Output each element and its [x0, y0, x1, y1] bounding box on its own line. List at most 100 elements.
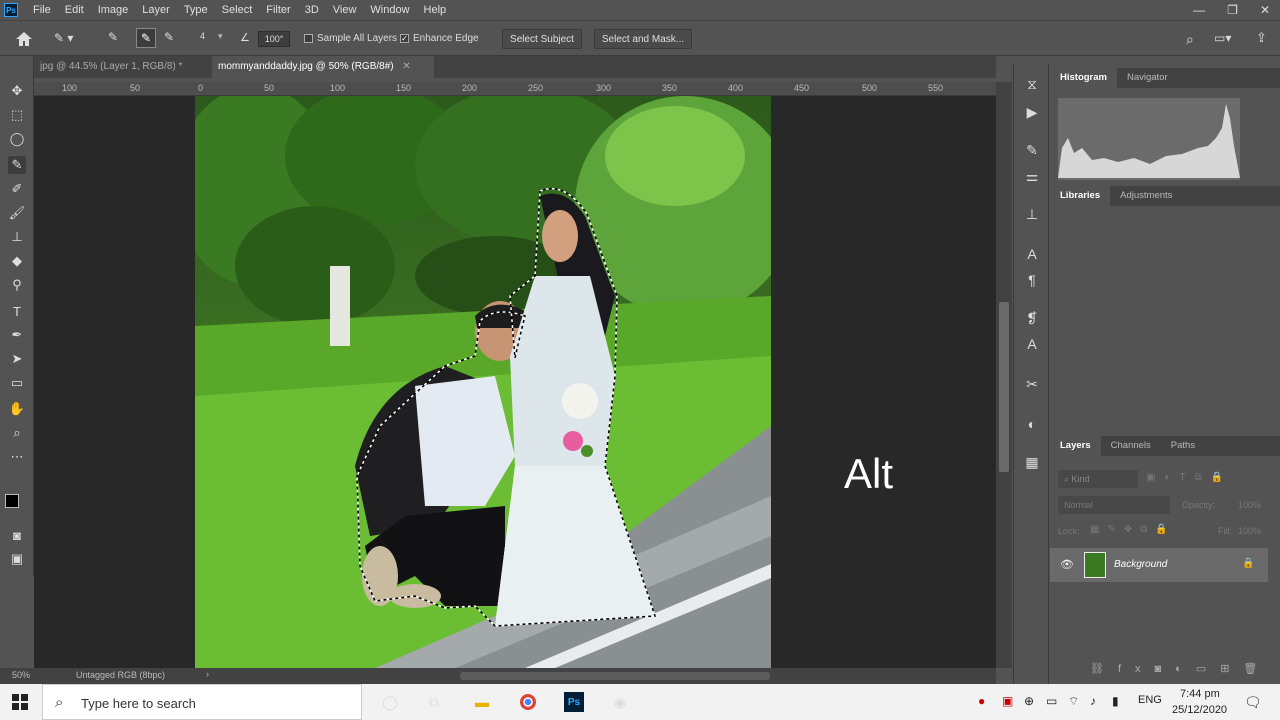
obs-icon[interactable]: ◉	[610, 692, 630, 712]
lasso-tool-icon[interactable]: ◯	[8, 130, 26, 148]
photoshop-taskbar-icon[interactable]: Ps	[564, 692, 584, 712]
kind-filter-select[interactable]: ⌕ Kind	[1058, 470, 1138, 488]
visibility-eye-icon[interactable]: 👁	[1060, 558, 1074, 571]
zoom-tool-icon[interactable]: ⌕	[8, 424, 26, 442]
select-subject-button[interactable]: Select Subject	[502, 29, 582, 49]
menu-layer[interactable]: Layer	[135, 0, 177, 20]
new-selection-brush-icon[interactable]: ✎	[108, 30, 126, 48]
tray-app-icon[interactable]: ●	[978, 694, 985, 708]
rectangle-tool-icon[interactable]: ▭	[8, 374, 26, 392]
menu-image[interactable]: Image	[91, 0, 136, 20]
actions-play-icon[interactable]: ▶	[1022, 102, 1042, 122]
network-tray-icon[interactable]: ⊕	[1024, 694, 1034, 708]
cortana-icon[interactable]: ◯	[380, 692, 400, 712]
close-button[interactable]: ✕	[1260, 0, 1270, 20]
tab-close-icon[interactable]: ✕	[402, 61, 410, 72]
select-and-mask-button[interactable]: Select and Mask...	[594, 29, 692, 49]
menu-3d[interactable]: 3D	[298, 0, 326, 20]
file-explorer-icon[interactable]: ▬	[472, 692, 492, 712]
zoom-level[interactable]: 50%	[12, 670, 30, 680]
menu-select[interactable]: Select	[215, 0, 260, 20]
battery-icon[interactable]: ▭	[1046, 694, 1057, 708]
properties-icon[interactable]: ◐	[1022, 414, 1042, 434]
adjust-sliders-icon[interactable]: ⚌	[1022, 166, 1042, 186]
tab-layers[interactable]: Layers	[1050, 436, 1101, 456]
character-styles-icon[interactable]: A	[1022, 334, 1042, 354]
move-tool-icon[interactable]: ✥	[8, 82, 26, 100]
dodge-tool-icon[interactable]: ⚲	[8, 276, 26, 294]
minimize-button[interactable]: —	[1193, 0, 1205, 20]
menu-help[interactable]: Help	[417, 0, 454, 20]
tab-mommyanddaddy[interactable]: mommyanddaddy.jpg @ 50% (RGB/8#) ✕	[212, 56, 434, 78]
workspace-icon[interactable]: ▭▾	[1214, 31, 1231, 45]
blend-mode-select[interactable]: Normal	[1058, 496, 1170, 514]
more-tools-icon[interactable]: ⋯	[8, 448, 26, 466]
quick-mask-icon[interactable]: ◙	[8, 526, 26, 544]
notifications-icon[interactable]: 🗨	[1244, 694, 1262, 711]
clone-source-icon[interactable]: ⊥	[1022, 204, 1042, 224]
vertical-scrollbar[interactable]	[996, 82, 1012, 668]
add-to-selection-brush-icon[interactable]: ✎	[136, 28, 156, 48]
photo-image[interactable]	[195, 96, 771, 668]
layer-actions-bar[interactable]: ⛓fx◙◐▭⊞🗑	[1090, 662, 1271, 675]
screen-mode-icon[interactable]: ▣	[8, 550, 26, 568]
canvas-area[interactable]: Alt	[34, 96, 996, 668]
clone-stamp-tool-icon[interactable]: ⊥	[8, 228, 26, 246]
share-icon[interactable]: ⇪	[1256, 30, 1267, 46]
home-icon[interactable]	[14, 30, 34, 48]
paragraph-styles-icon[interactable]: ❡	[1022, 308, 1042, 328]
acrobat-icon[interactable]: ▣	[1002, 694, 1013, 708]
history-icon[interactable]: ⧖	[1022, 74, 1042, 94]
tab-navigator[interactable]: Navigator	[1117, 68, 1178, 88]
horizontal-scrollbar[interactable]	[460, 672, 770, 680]
enhance-edge-checkbox[interactable]: ✓ Enhance Edge	[400, 33, 479, 44]
tab-channels[interactable]: Channels	[1101, 436, 1161, 456]
angle-input[interactable]: 100°	[258, 31, 290, 47]
wifi-icon[interactable]: ⌔	[1068, 694, 1079, 709]
menu-file[interactable]: File	[26, 0, 58, 20]
menu-view[interactable]: View	[326, 0, 364, 20]
brush-tool-icon[interactable]: 🖌	[8, 204, 26, 222]
quick-selection-tool-icon[interactable]: ✎	[8, 156, 26, 174]
layer-filter-icons[interactable]: ▣◐T⧉🔒	[1146, 472, 1232, 483]
sample-all-layers-checkbox[interactable]: Sample All Layers	[304, 33, 397, 44]
marquee-tool-icon[interactable]: ⬚	[8, 106, 26, 124]
tab-adjustments[interactable]: Adjustments	[1110, 186, 1182, 206]
restore-button[interactable]: ❐	[1227, 0, 1238, 20]
hand-tool-icon[interactable]: ✋	[8, 400, 26, 418]
scroll-thumb[interactable]	[999, 302, 1009, 472]
tab-histogram[interactable]: Histogram	[1050, 68, 1117, 88]
character-icon[interactable]: A	[1022, 244, 1042, 264]
language-indicator[interactable]: ENG	[1138, 694, 1162, 706]
clock-date[interactable]: 25/12/2020	[1172, 704, 1227, 716]
quick-selection-preset-icon[interactable]: ✎ ▾	[54, 31, 82, 47]
tab-layer1-doc[interactable]: jpg @ 44.5% (Layer 1, RGB/8) *	[34, 56, 212, 78]
volume-icon[interactable]: ♪	[1090, 694, 1096, 708]
taskbar-search-box[interactable]: ⌕ Type here to search	[42, 684, 362, 720]
chrome-icon[interactable]	[518, 692, 538, 712]
pen-tool-icon[interactable]: ✒	[8, 326, 26, 344]
lock-icon[interactable]: 🔒	[1242, 558, 1254, 569]
search-icon[interactable]: ⌕	[1186, 31, 1194, 48]
type-tool-icon[interactable]: T	[8, 302, 26, 320]
layer-row-background[interactable]: 👁 Background 🔒	[1050, 548, 1268, 582]
menu-filter[interactable]: Filter	[259, 0, 297, 20]
task-view-icon[interactable]: ⧉	[424, 692, 444, 712]
paragraph-icon[interactable]: ¶	[1022, 270, 1042, 290]
menu-edit[interactable]: Edit	[58, 0, 91, 20]
foreground-color-swatch[interactable]	[5, 494, 19, 508]
clock-time[interactable]: 7:44 pm	[1180, 688, 1220, 700]
windows-start-icon[interactable]	[10, 692, 30, 712]
eraser-tool-icon[interactable]: ◆	[8, 252, 26, 270]
tab-paths[interactable]: Paths	[1161, 436, 1205, 456]
eyedropper-tool-icon[interactable]: ✐	[8, 180, 26, 198]
brush-settings-icon[interactable]: ✎	[1022, 140, 1042, 160]
chevron-right-icon[interactable]: ›	[206, 669, 209, 679]
tools-icon[interactable]: ✂	[1022, 374, 1042, 394]
fill-value[interactable]: 100%	[1238, 526, 1261, 536]
lock-icons[interactable]: ▦✎✥⧉🔒	[1090, 524, 1176, 535]
opacity-value[interactable]: 100%	[1238, 500, 1261, 510]
menu-window[interactable]: Window	[363, 0, 416, 20]
menu-type[interactable]: Type	[177, 0, 215, 20]
microphone-icon[interactable]: ▮	[1112, 694, 1119, 708]
